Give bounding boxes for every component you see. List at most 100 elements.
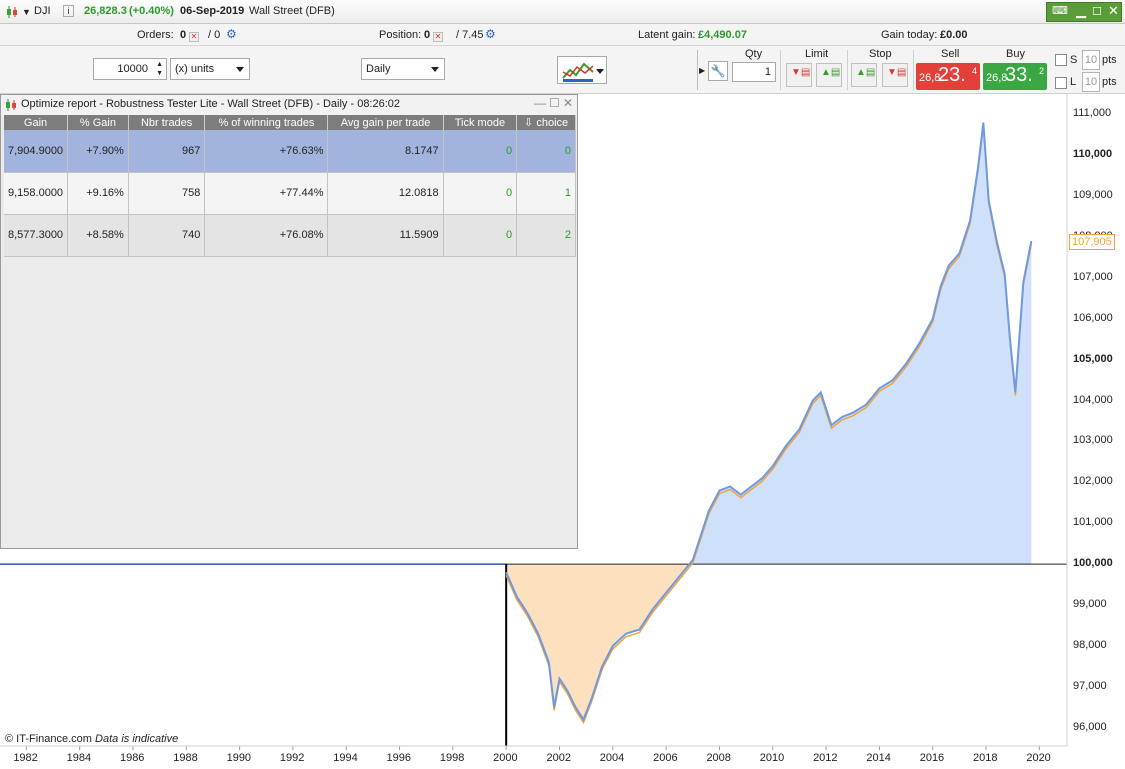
column-header-choice-label: choice [536,117,569,129]
cell-avg-gain: 11.5909 [327,214,444,257]
last-value-label: 107,905 [1069,234,1115,250]
stop-pts-value: 10 [1084,54,1098,66]
chevron-down-icon [596,69,604,74]
table-row[interactable]: 8,577.3000 +8.58% 740 +76.08% 11.5909 0 … [4,214,576,257]
cell-tick-mode: 0 [443,130,518,173]
close-icon[interactable]: ✕ [1108,4,1119,19]
timeframe-select[interactable]: Daily [361,58,445,80]
buy-price-pip: 2 [1038,66,1044,76]
x-tick-label: 1992 [279,752,305,764]
stop-pts-input[interactable]: 10 [1082,50,1100,70]
minimize-icon[interactable]: — [534,96,546,110]
stop-checkbox[interactable] [1055,54,1067,66]
x-tick-label: 1996 [386,752,412,764]
limit-label: Limit [805,48,829,60]
stepper-arrows-icon[interactable]: ▲ ▼ [156,60,163,78]
x-tick-label: 1988 [173,752,198,764]
buy-label: Buy [1006,48,1025,60]
cell-choice: 0 [516,130,576,173]
x-tick-label: 2018 [973,752,998,764]
qty-input[interactable]: 1 [732,62,776,82]
table-row[interactable]: 7,904.9000 +7.90% 967 +76.63% 8.1747 0 0 [4,130,576,173]
chevron-down-icon [236,67,244,72]
limit-checkbox-label: L [1070,76,1077,88]
buy-button[interactable]: 26,8 33. 2 [983,63,1047,90]
cell-winning-trades: +76.63% [204,130,329,173]
limit-checkbox[interactable] [1055,77,1067,89]
x-tick-label: 2000 [493,752,518,764]
table-header-row: Gain % Gain Nbr trades % of winning trad… [4,115,576,130]
close-icon[interactable]: ✕ [563,96,573,110]
last-price: 26,828.3 [84,5,127,17]
symbol-name[interactable]: DJI [34,5,51,17]
maximize-icon[interactable]: ☐ [1092,5,1102,18]
orders-total: / 0 [208,29,221,41]
expand-panel-icon[interactable]: ▶ [699,66,705,75]
cell-winning-trades: +77.44% [204,172,329,215]
quantity-stepper[interactable]: 10000 ▲ ▼ [93,58,167,80]
units-select[interactable]: (x) units [170,58,250,80]
units-select-value: (x) units [175,63,215,75]
x-tick-label: 1994 [333,752,358,764]
stop-sell-button[interactable]: ▼▤ [882,63,908,87]
sort-down-icon: ⇩ [524,117,537,129]
info-icon[interactable]: i [63,5,74,17]
optimize-report-title: Optimize report - Robustness Tester Lite… [21,98,401,110]
limit-buy-button[interactable]: ▲▤ [816,63,842,87]
x-tick-label: 2016 [919,752,945,764]
table-row[interactable]: 9,158.0000 +9.16% 758 +77.44% 12.0818 0 … [4,172,576,215]
limit-sell-icon: ▼▤ [791,67,811,78]
y-tick-label: 98,000 [1073,638,1107,651]
cell-percent-gain: +9.16% [67,172,129,215]
position-gear-icon[interactable]: ⚙ [485,27,496,41]
chart-fill-layer [506,122,1032,720]
sell-button[interactable]: 26,8 23. 4 [916,63,980,90]
indicators-button[interactable] [557,56,607,84]
maximize-icon[interactable]: ☐ [549,96,560,110]
cell-nbr-trades: 758 [128,172,206,215]
stop-buy-button[interactable]: ▲▤ [851,63,877,87]
column-header-gain[interactable]: Gain [4,115,69,130]
quantity-value: 10000 [117,63,148,75]
stop-sell-icon: ▼▤ [887,67,907,78]
stop-buy-icon: ▲▤ [856,67,876,78]
minimize-icon[interactable]: ▁ [1076,4,1086,19]
orders-gear-icon[interactable]: ⚙ [226,27,237,41]
y-tick-label: 105,000 [1073,352,1113,365]
orders-label: Orders: [137,29,174,41]
gain-today-value: £0.00 [940,29,968,41]
window-controls: ⌨ ▁ ☐ ✕ [1046,2,1122,22]
column-header-winning-trades[interactable]: % of winning trades [204,115,329,130]
cell-nbr-trades: 967 [128,130,206,173]
x-tick-label: 1998 [439,752,465,764]
optimize-report-window[interactable]: Optimize report - Robustness Tester Lite… [0,94,578,549]
column-header-choice[interactable]: ⇩ choice [516,115,576,130]
column-header-tick-mode[interactable]: Tick mode [443,115,518,130]
column-header-nbr-trades[interactable]: Nbr trades [128,115,206,130]
title-bar: ▼ DJI i 26,828.3 (+0.40%) 06-Sep-2019 Wa… [0,0,1125,24]
column-header-percent-gain[interactable]: % Gain [67,115,129,130]
position-close-icon[interactable]: ✕ [433,29,443,42]
keyboard-icon[interactable]: ⌨ [1052,4,1068,17]
column-header-avg-gain[interactable]: Avg gain per trade [327,115,444,130]
price-date: 06-Sep-2019 [180,5,245,17]
symbol-dropdown-icon[interactable]: ▼ [22,7,31,17]
cell-avg-gain: 12.0818 [327,172,444,215]
stop-checkbox-label: S [1070,54,1078,66]
area-below-baseline [506,564,690,720]
orders-value: 0 [180,29,187,41]
limit-sell-button[interactable]: ▼▤ [786,63,812,87]
x-tick-label: 2002 [546,752,571,764]
position-total: / 7.45 [456,29,484,41]
indicator-chart-icon [562,62,594,82]
wrench-icon[interactable]: 🔧 [708,61,728,81]
y-tick-label: 107,000 [1073,270,1113,283]
cell-gain: 8,577.3000 [4,214,69,257]
y-tick-label: 97,000 [1073,679,1107,692]
limit-pts-input[interactable]: 10 [1082,72,1100,92]
orders-cancel-icon[interactable]: ✕ [189,29,199,42]
optimize-report-titlebar[interactable]: Optimize report - Robustness Tester Lite… [1,95,577,115]
stop-label: Stop [869,48,892,60]
cell-percent-gain: +7.90% [67,130,129,173]
cell-choice: 1 [516,172,576,215]
